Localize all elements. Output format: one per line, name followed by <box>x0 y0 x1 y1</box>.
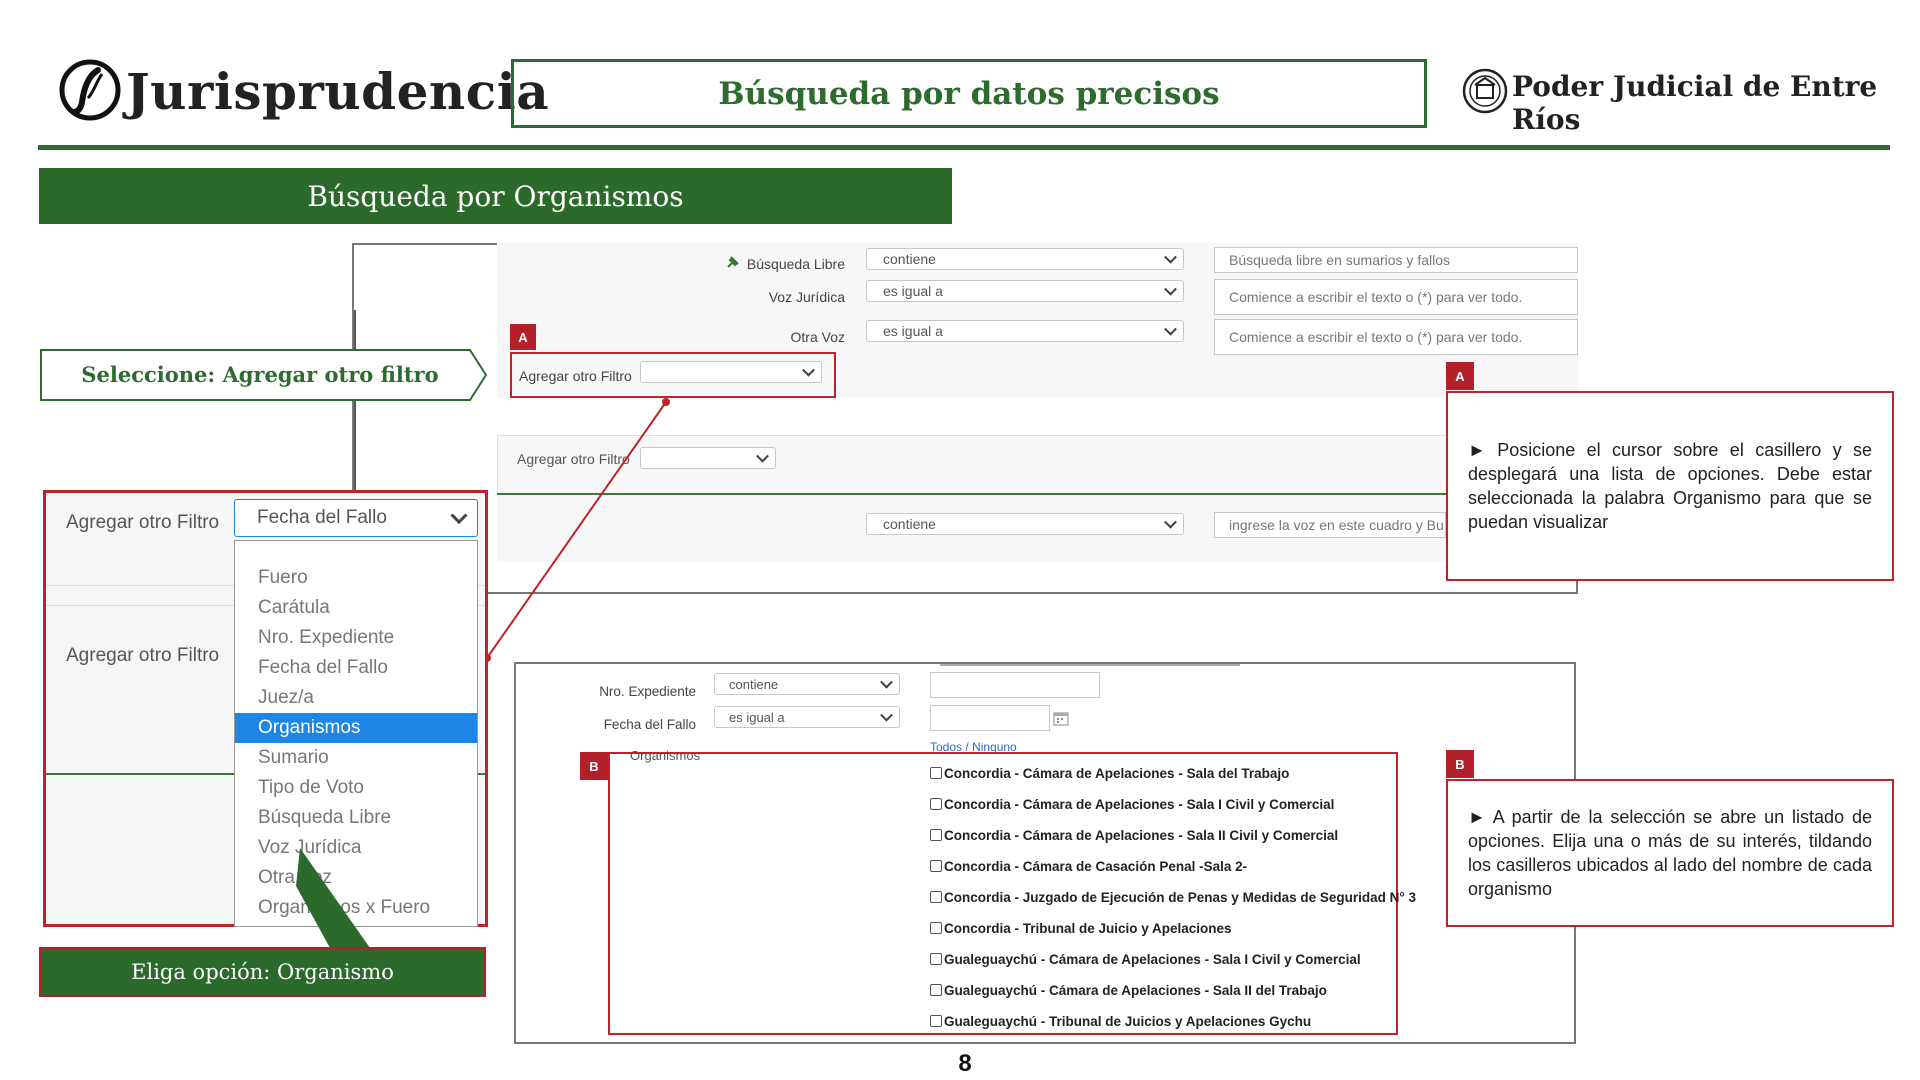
calendar-icon[interactable] <box>1053 710 1069 726</box>
otra-voz-operator-select[interactable]: es igual a <box>866 320 1184 342</box>
organismo-row[interactable]: Gualeguaychú - Tribunal de Juicios y Ape… <box>930 1010 1311 1032</box>
nro-expediente-input[interactable] <box>930 672 1100 698</box>
dropdown-option[interactable]: Búsqueda Libre <box>235 803 477 833</box>
dropdown-option-selected[interactable]: Organismos <box>235 713 477 743</box>
organismo-row[interactable]: Concordia - Cámara de Apelaciones - Sala… <box>930 762 1289 784</box>
add-filter-label: Agregar otro Filtro <box>519 368 632 384</box>
organismo-label: Concordia - Cámara de Apelaciones - Sala… <box>944 796 1335 812</box>
dropdown-option[interactable]: Tipo de Voto <box>235 773 477 803</box>
checkbox[interactable] <box>930 860 942 872</box>
header-divider <box>38 145 1890 150</box>
checkbox[interactable] <box>930 798 942 810</box>
checkbox[interactable] <box>930 767 942 779</box>
organismo-row[interactable]: Gualeguaychú - Cámara de Apelaciones - S… <box>930 979 1327 1001</box>
chevron-down-icon <box>756 449 769 463</box>
select-value: contiene <box>883 251 936 267</box>
info-box-a: ► Posicione el cursor sobre el casillero… <box>1446 391 1894 581</box>
busqueda-libre-input[interactable]: Búsqueda libre en sumarios y fallos <box>1214 247 1578 273</box>
section-title: Búsqueda por Organismos <box>307 179 684 213</box>
organization-name: Poder Judicial de Entre Ríos <box>1512 70 1878 136</box>
page-header-box: Búsqueda por datos precisos <box>511 59 1427 128</box>
dropdown-option[interactable]: Sumario <box>235 743 477 773</box>
select-value: es igual a <box>883 283 943 299</box>
checkbox[interactable] <box>930 953 942 965</box>
organismo-row[interactable]: Concordia - Tribunal de Juicio y Apelaci… <box>930 917 1232 939</box>
brand-title: Jurisprudencia <box>126 62 550 121</box>
page-title: Búsqueda por datos precisos <box>718 75 1220 112</box>
chevron-down-icon <box>1164 250 1177 264</box>
dropdown-option[interactable]: Carátula <box>235 593 477 623</box>
organismo-label: Gualeguaychú - Tribunal de Juicios y Ape… <box>944 1013 1312 1029</box>
page-number: 8 <box>958 1050 972 1077</box>
organismo-row[interactable]: Concordia - Cámara de Apelaciones - Sala… <box>930 793 1334 815</box>
organismo-label: Concordia - Cámara de Apelaciones - Sala… <box>944 827 1339 843</box>
dropdown-option[interactable]: Juez/a <box>235 683 477 713</box>
section-banner: Búsqueda por Organismos <box>39 168 952 224</box>
chevron-down-icon <box>880 708 893 722</box>
organismo-label: Concordia - Tribunal de Juicio y Apelaci… <box>944 920 1232 936</box>
nro-expediente-label: Nro. Expediente <box>599 684 696 699</box>
nro-expediente-operator-select[interactable]: contiene <box>714 673 900 695</box>
busqueda-libre-label: Búsqueda Libre <box>746 256 845 272</box>
jurisprudencia-logo-icon <box>59 59 121 121</box>
select-value: contiene <box>729 676 779 692</box>
row4-operator-select[interactable]: contiene <box>866 513 1184 535</box>
select-value: contiene <box>883 516 936 532</box>
row4-input[interactable]: ingrese la voz en este cuadro y Bu <box>1214 512 1446 538</box>
add-filter-select-2[interactable] <box>640 447 776 469</box>
callout-choose-option-text: Eliga opción: Organismo <box>131 960 394 984</box>
otra-voz-label: Otra Voz <box>790 329 845 345</box>
dropdown-option[interactable]: Nro. Expediente <box>235 623 477 653</box>
pointer-arrow-icon <box>296 848 370 948</box>
organismo-label: Concordia - Juzgado de Ejecución de Pena… <box>944 889 1417 905</box>
zoom-add-filter-label-2: Agregar otro Filtro <box>66 645 220 666</box>
organismo-label: Concordia - Cámara de Casación Penal -Sa… <box>944 858 1248 874</box>
select-value: es igual a <box>883 323 943 339</box>
badge-a: A <box>510 324 536 350</box>
fecha-del-fallo-label: Fecha del Fallo <box>603 717 696 732</box>
fecha-del-fallo-input[interactable] <box>930 705 1050 731</box>
otra-voz-input[interactable]: Comience a escribir el texto o (*) para … <box>1214 319 1578 355</box>
checkbox[interactable] <box>930 829 942 841</box>
fecha-del-fallo-operator-select[interactable]: es igual a <box>714 706 900 728</box>
callout-choose-option: Eliga opción: Organismo <box>39 947 486 997</box>
chevron-down-icon <box>1164 282 1177 296</box>
add-filter-select[interactable] <box>640 361 822 383</box>
busqueda-libre-operator-select[interactable]: contiene <box>866 248 1184 270</box>
organismo-row[interactable]: Concordia - Juzgado de Ejecución de Pena… <box>930 886 1416 908</box>
chevron-down-icon <box>802 363 815 377</box>
add-filter-label-2: Agregar otro Filtro <box>517 451 630 467</box>
badge-a-info: A <box>1446 362 1474 390</box>
badge-b: B <box>580 752 608 780</box>
checkbox[interactable] <box>930 984 942 996</box>
panel-top-line <box>940 664 1240 666</box>
zoom-add-filter-label: Agregar otro Filtro <box>66 512 220 533</box>
voz-juridica-input[interactable]: Comience a escribir el texto o (*) para … <box>1214 279 1578 315</box>
voz-juridica-operator-select[interactable]: es igual a <box>866 280 1184 302</box>
select-value: es igual a <box>729 709 785 725</box>
chevron-down-icon <box>1164 515 1177 529</box>
voz-juridica-label: Voz Jurídica <box>768 289 845 305</box>
info-box-b: ► A partir de la selección se abre un li… <box>1446 779 1894 927</box>
checkbox[interactable] <box>930 922 942 934</box>
zoom-add-filter-select[interactable]: Fecha del Fallo <box>234 499 478 537</box>
organismo-label: Concordia - Cámara de Apelaciones - Sala… <box>944 765 1290 781</box>
court-seal-icon <box>1462 68 1508 114</box>
organismo-label: Gualeguaychú - Cámara de Apelaciones - S… <box>944 951 1361 967</box>
organismo-row[interactable]: Concordia - Cámara de Apelaciones - Sala… <box>930 824 1338 846</box>
dropdown-option[interactable]: Fuero <box>235 563 477 593</box>
callout-select-filter: Seleccione: Agregar otro filtro <box>81 361 439 387</box>
select-value: Fecha del Fallo <box>257 507 387 528</box>
organismo-row[interactable]: Gualeguaychú - Cámara de Apelaciones - S… <box>930 948 1361 970</box>
checkbox[interactable] <box>930 891 942 903</box>
chevron-down-icon <box>1164 322 1177 336</box>
chevron-down-icon <box>880 675 893 689</box>
organismo-label: Gualeguaychú - Cámara de Apelaciones - S… <box>944 982 1327 998</box>
dropdown-option[interactable]: Fecha del Fallo <box>235 653 477 683</box>
organismo-row[interactable]: Concordia - Cámara de Casación Penal -Sa… <box>930 855 1247 877</box>
checkbox[interactable] <box>930 1015 942 1027</box>
badge-b-info: B <box>1446 750 1474 778</box>
chevron-down-icon <box>450 507 468 525</box>
